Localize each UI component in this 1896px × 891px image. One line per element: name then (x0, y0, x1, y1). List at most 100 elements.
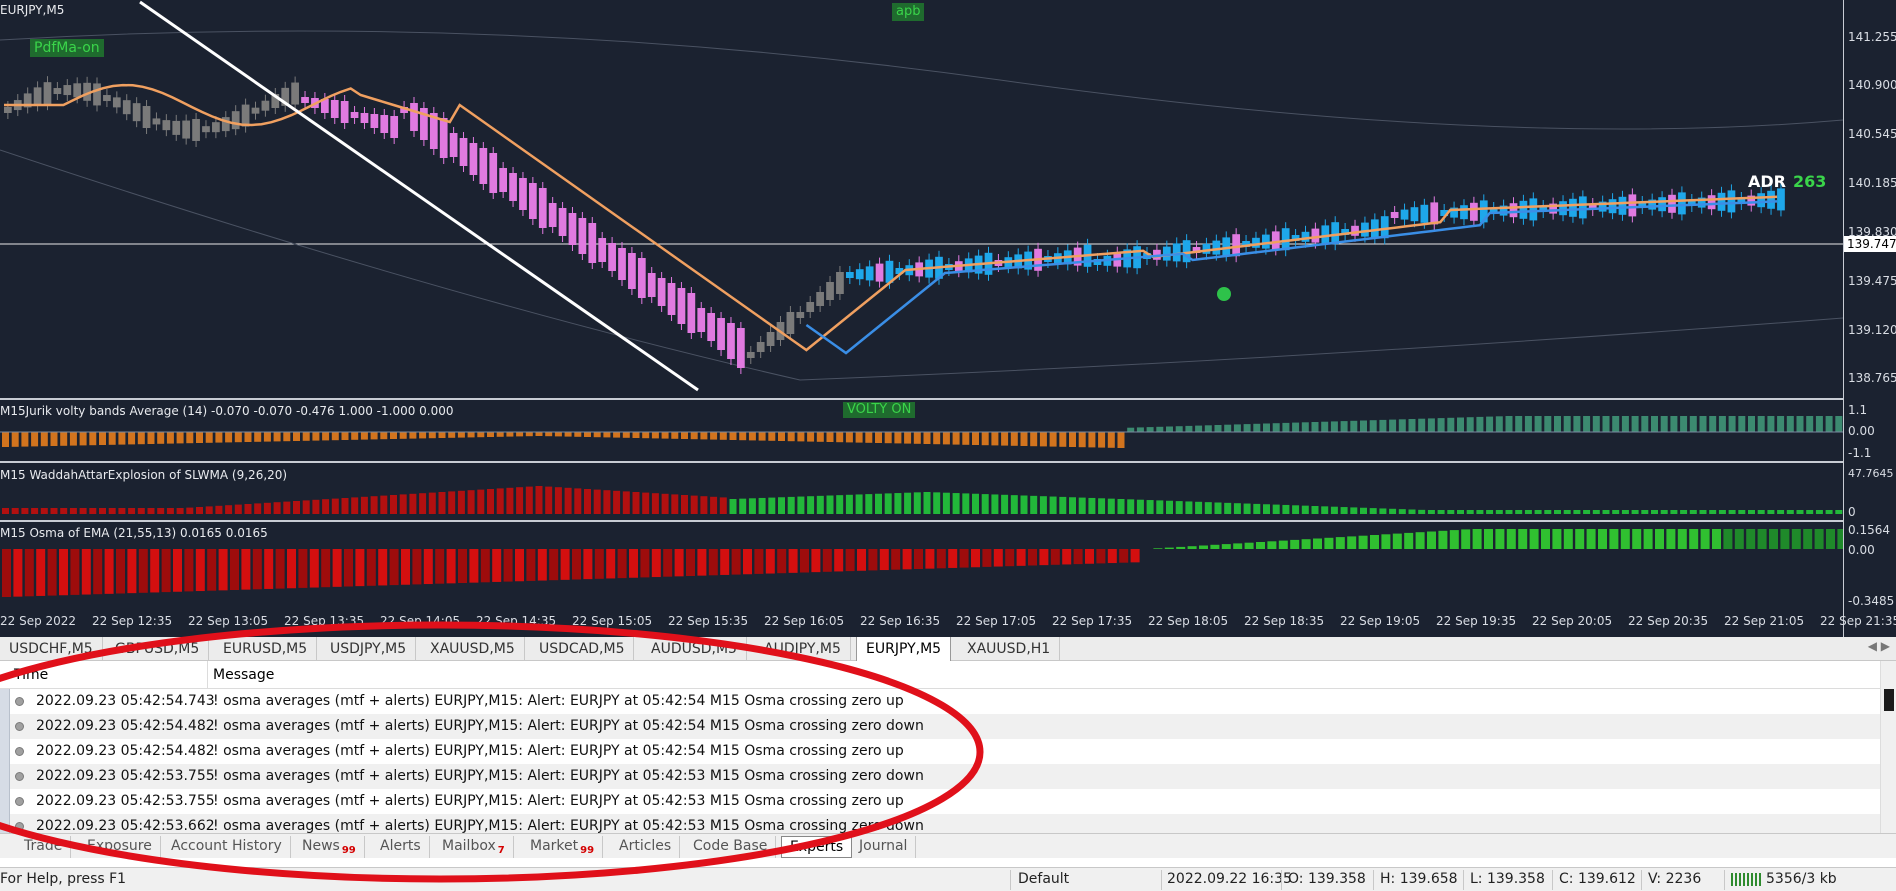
waddah-bar (1195, 501, 1203, 514)
column-header-time[interactable]: Time (14, 667, 48, 683)
symbol-tab[interactable]: XAUUSD,M5 (421, 637, 525, 661)
waddah-bar (1185, 501, 1193, 514)
osma-bar (891, 549, 901, 570)
pane1-scale-tick: 1.1 (1848, 403, 1868, 417)
tab-experts[interactable]: Experts (781, 836, 853, 858)
volty-bar (933, 432, 941, 445)
osma-bar (777, 549, 787, 574)
symbol-tab[interactable]: USDCHF,M5 (0, 637, 103, 661)
osma-bar (1233, 543, 1243, 549)
tab-trade[interactable]: Trade (16, 836, 72, 858)
log-row[interactable]: 2022.09.23 05:42:54.743 ! osma averages … (10, 689, 1880, 714)
waddah-bar (1718, 510, 1726, 514)
osma-bar (1803, 529, 1813, 549)
log-row[interactable]: 2022.09.23 05:42:54.482 ! osma averages … (10, 739, 1880, 764)
volty-bar (632, 432, 640, 438)
tab-label: Journal (859, 838, 908, 854)
tab-account-history[interactable]: Account History (163, 836, 291, 858)
column-header-message[interactable]: Message (213, 667, 274, 683)
osma-bar (617, 549, 627, 579)
volty-bar (564, 432, 572, 437)
log-row[interactable]: 2022.09.23 05:42:53.755 ! osma averages … (10, 764, 1880, 789)
candle-body (499, 168, 508, 192)
symbol-tab[interactable]: AUDUSD,M5 (642, 637, 747, 661)
log-scrollbar-thumb[interactable] (1884, 689, 1894, 711)
osma-bar (1107, 549, 1117, 564)
pane3-title: M15 Osma of EMA (21,55,13) 0.0165 0.0165 (0, 526, 268, 540)
tab-news[interactable]: News 99 (294, 836, 365, 858)
candle-body (33, 87, 42, 106)
volty-bar (593, 432, 601, 438)
waddah-bar (1078, 497, 1086, 514)
osma-bar (765, 549, 775, 574)
volty-bar (157, 432, 165, 444)
osma-bar (1164, 547, 1174, 549)
tab-alerts[interactable]: Alerts (372, 836, 430, 858)
candle-body (756, 342, 765, 352)
connection-bars-icon[interactable] (1731, 873, 1761, 886)
candle-body (291, 82, 299, 105)
tab-code-base[interactable]: Code Base (685, 836, 777, 858)
osma-bar (1028, 549, 1037, 566)
waddah-bar (477, 489, 485, 514)
waddah-bar (1175, 501, 1183, 514)
osma-bar (560, 549, 570, 580)
tab-label: Code Base (693, 838, 768, 854)
log-row[interactable]: 2022.09.23 05:42:53.662 ! osma averages … (10, 814, 1880, 833)
tab-exposure[interactable]: Exposure (79, 836, 161, 858)
symbol-tab[interactable]: USDJPY,M5 (321, 637, 417, 661)
pane3-scale-tick: 0.00 (1848, 543, 1875, 557)
waddah-bar (516, 487, 524, 514)
symbol-tab[interactable]: GBPUSD,M5 (106, 637, 210, 661)
waddah-bar (1466, 510, 1474, 514)
candle-body (647, 273, 656, 297)
candle-body (182, 120, 191, 139)
volty-bar (855, 432, 863, 443)
volty-bar (1777, 416, 1785, 432)
symbol-tab[interactable]: EURUSD,M5 (214, 637, 318, 661)
toolbox-panel: Time Message 2022.09.23 05:42:54.743 ! o… (0, 661, 1896, 855)
volty-bar (1612, 416, 1620, 432)
tab-scroll-arrows-icon[interactable]: ◀ ▶ (1868, 639, 1890, 653)
symbol-tab[interactable]: AUDJPY,M5 (755, 637, 851, 661)
log-row[interactable]: 2022.09.23 05:42:54.482 ! osma averages … (10, 714, 1880, 739)
osma-bar (321, 549, 331, 588)
pane-separator[interactable] (0, 461, 1843, 463)
column-divider[interactable] (207, 661, 208, 689)
volty-bar (710, 432, 718, 440)
log-row[interactable]: 2022.09.23 05:42:53.755 ! osma averages … (10, 789, 1880, 814)
osma-bar (70, 549, 80, 595)
waddah-bar (419, 493, 427, 514)
pane-separator[interactable] (0, 398, 1843, 400)
osma-bar (1187, 546, 1197, 549)
tab-label: Mailbox (442, 838, 496, 854)
candle-body (628, 253, 636, 289)
volty-bar (952, 432, 960, 445)
tab-journal[interactable]: Journal (851, 836, 917, 858)
price-scale[interactable] (1843, 0, 1896, 637)
waddah-bar (991, 494, 999, 514)
osma-bar (720, 549, 730, 575)
tab-articles[interactable]: Articles (611, 836, 681, 858)
symbol-tab-active[interactable]: EURJPY,M5 (856, 637, 952, 661)
volty-bar (341, 432, 349, 440)
log-scrollbar[interactable] (1880, 661, 1896, 833)
tab-market[interactable]: Market 99 (522, 836, 604, 858)
volty-bar (448, 432, 456, 438)
pane-separator[interactable] (0, 520, 1843, 522)
candle-body (875, 263, 884, 282)
symbol-tab[interactable]: XAUUSD,H1 (958, 637, 1061, 661)
volty-bar (1195, 425, 1203, 432)
symbol-tab[interactable]: USDCAD,M5 (530, 637, 635, 661)
volty-bar (293, 432, 300, 441)
tab-mailbox[interactable]: Mailbox 7 (434, 836, 514, 858)
volty-bar (1117, 432, 1125, 448)
osma-bar (663, 549, 673, 577)
waddah-bar (894, 493, 902, 514)
candle-body (360, 113, 369, 123)
chart-window[interactable]: EURJPY,M5 PdfMa-on apb ADR 263 M15Jurik … (0, 0, 1896, 637)
osma-bar (298, 549, 308, 588)
price-chart[interactable] (0, 0, 1843, 637)
toolbox-side-strip[interactable] (0, 689, 10, 833)
status-profile[interactable]: Default (1018, 871, 1069, 887)
